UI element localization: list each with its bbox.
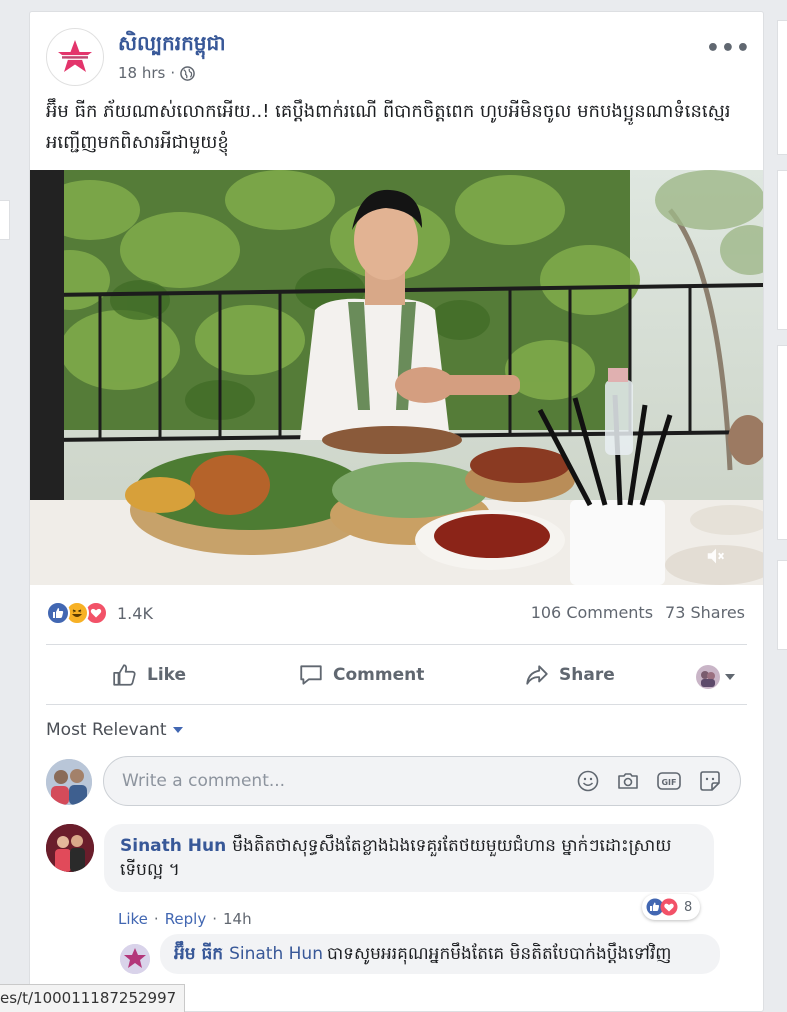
post-meta: 18 hrs ·: [118, 64, 195, 82]
comment-button[interactable]: Comment: [298, 662, 424, 688]
shares-count-link[interactable]: 73 Shares: [665, 603, 745, 622]
globe-icon[interactable]: [180, 65, 195, 81]
commenter-avatar[interactable]: [46, 824, 94, 872]
reply-text: បាទសូមអរគុណអ្នកមឹងតែគេ មិនតិតបែបាក់ងប្ដឹ…: [326, 944, 672, 964]
like-label: Like: [147, 665, 187, 685]
reply-author-avatar[interactable]: [120, 944, 150, 974]
comment-item: Sinath Hun មឹងតិតថាសុទ្ធសឹងតែខ្លាងឯងទេគួរ…: [46, 824, 747, 934]
comment-sort-dropdown[interactable]: Most Relevant: [46, 720, 183, 740]
post-stats: 106 Comments 73 Shares: [531, 603, 745, 622]
comment-input[interactable]: [104, 771, 544, 791]
share-arrow-icon: [526, 665, 548, 685]
left-panel-edge: [0, 200, 10, 240]
post-video[interactable]: [30, 170, 763, 585]
post-actions: Like Comment Share: [46, 652, 747, 698]
more-options-icon[interactable]: •••: [706, 36, 751, 61]
chevron-down-icon: [172, 727, 183, 733]
post-caption: អ៊ឹម ធីក ភ័យណាស់លោកអើយ..! គេប្ដឹងពាក់រណើ…: [46, 101, 731, 153]
comment-reaction-badge[interactable]: 8: [642, 894, 701, 920]
action-dot: ·: [153, 910, 159, 928]
browser-status-bar: es/t/100011187252997: [0, 984, 186, 1012]
profile-switcher[interactable]: [695, 664, 735, 690]
like-reaction-icon: [46, 601, 70, 625]
comment-input-box[interactable]: GIF: [103, 756, 741, 806]
divider-top: [46, 644, 747, 645]
sticker-icon[interactable]: [698, 769, 722, 793]
composer-icons: GIF: [576, 769, 722, 793]
comment-label: Comment: [333, 665, 425, 685]
page-name-link[interactable]: សិល្បករកម្ពុជា: [118, 30, 226, 60]
post-header: សិល្បករកម្ពុជា 18 hrs · •••: [46, 28, 751, 88]
avatar-mini-icon: [696, 665, 720, 689]
volume-muted-icon[interactable]: [705, 545, 727, 567]
comment-bubble: Sinath Hun មឹងតិតថាសុទ្ធសឹងតែខ្លាងឯងទេគួរ…: [104, 824, 714, 892]
post-timestamp[interactable]: 18 hrs: [118, 64, 165, 82]
comment-sort-label: Most Relevant: [46, 720, 167, 740]
reply-mention-link[interactable]: Sinath Hun: [229, 944, 323, 964]
reply-author-link[interactable]: អ៊ឹម ធីក: [174, 944, 223, 964]
comment-reaction-count: 8: [684, 899, 693, 915]
comments-count-link[interactable]: 106 Comments: [531, 603, 653, 622]
page-avatar[interactable]: [46, 28, 104, 86]
share-button[interactable]: Share: [524, 662, 615, 688]
speech-bubble-icon: [300, 665, 322, 685]
meta-dot: ·: [170, 64, 176, 82]
chevron-down-icon: [725, 674, 735, 680]
comment-timestamp[interactable]: 14h: [223, 910, 252, 928]
star-logo-icon: [58, 40, 92, 72]
action-dot: ·: [212, 910, 218, 928]
comment-reply-link[interactable]: Reply: [165, 910, 207, 928]
svg-text:GIF: GIF: [661, 778, 676, 787]
emoji-icon[interactable]: [576, 769, 600, 793]
reaction-count: 1.4K: [117, 603, 153, 623]
divider-bottom: [46, 704, 747, 705]
comment-actions: Like · Reply · 14h: [118, 910, 252, 928]
like-button[interactable]: Like: [112, 662, 186, 688]
video-frame-illustration: [30, 170, 763, 585]
reaction-summary[interactable]: 1.4K: [46, 599, 153, 627]
love-reaction-icon: [660, 898, 678, 916]
right-panel-edges: [773, 0, 787, 1012]
reply-item: អ៊ឹម ធីក Sinath Hun បាទសូមអរគុណអ្នកមឹងតែគេ…: [120, 932, 747, 1011]
current-user-avatar[interactable]: [46, 759, 92, 805]
reply-bubble: អ៊ឹម ធីក Sinath Hun បាទសូមអរគុណអ្នកមឹងតែគេ…: [160, 934, 720, 974]
status-url: es/t/100011187252997: [0, 989, 177, 1007]
post-card: សិល្បករកម្ពុជា 18 hrs · ••• អ៊ឹម ធីក ភ័យ…: [29, 11, 764, 1012]
thumbs-up-icon: [113, 664, 136, 686]
share-label: Share: [559, 665, 615, 685]
comment-like-link[interactable]: Like: [118, 910, 148, 928]
gif-icon[interactable]: GIF: [656, 769, 682, 793]
comment-composer: GIF: [46, 756, 747, 808]
camera-icon[interactable]: [616, 769, 640, 793]
comment-author-link[interactable]: Sinath Hun: [120, 836, 226, 856]
